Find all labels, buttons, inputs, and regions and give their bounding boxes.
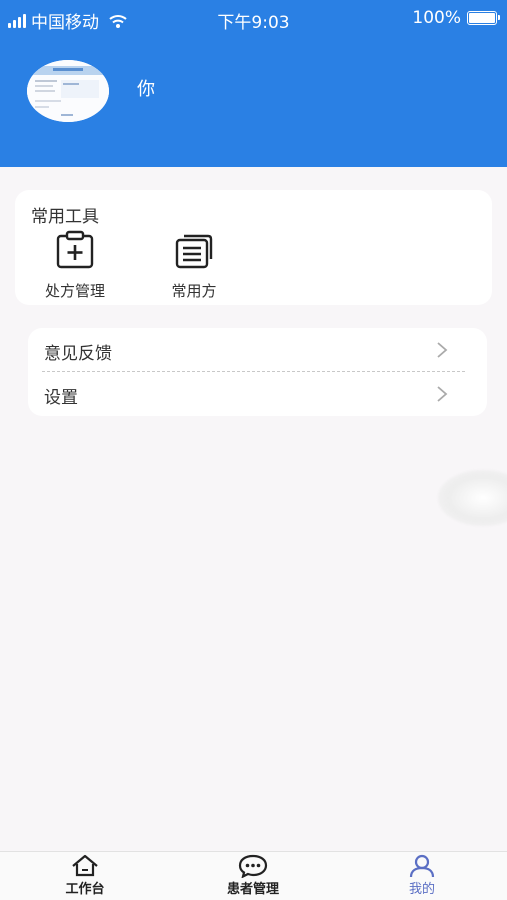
avatar-image [27, 60, 109, 122]
user-icon [409, 854, 435, 878]
profile-header: 中国移动 下午9:03 100% 你 [0, 0, 507, 167]
menu-item-feedback[interactable]: 意见反馈 [28, 328, 487, 372]
tool-label-common: 常用方 [171, 282, 217, 300]
tab-label-workbench: 工作台 [65, 882, 105, 897]
home-icon [72, 854, 98, 877]
chevron-right-icon [437, 386, 448, 402]
battery-icon [467, 11, 500, 25]
status-bar: 中国移动 下午9:03 100% [0, 0, 507, 38]
tab-patient-management[interactable]: 患者管理 [193, 854, 313, 897]
tab-label-patients: 患者管理 [226, 882, 279, 897]
chevron-right-icon [437, 342, 448, 358]
status-right: 100% [412, 8, 500, 28]
prescription-add-icon [56, 230, 94, 269]
tab-workbench[interactable]: 工作台 [25, 854, 145, 897]
menu-label-settings: 设置 [44, 388, 78, 408]
battery-label: 100% [412, 8, 461, 28]
tab-mine[interactable]: 我的 [362, 854, 482, 897]
tab-bar: 工作台 患者管理 我的 [0, 851, 507, 900]
document-stack-icon [175, 234, 213, 269]
tools-title: 常用工具 [31, 207, 99, 227]
chat-icon [238, 854, 268, 878]
tool-label-prescription: 处方管理 [44, 282, 105, 300]
tool-common-prescriptions[interactable]: 常用方 [149, 230, 239, 301]
battery-fill [469, 13, 495, 23]
tool-prescription-management[interactable]: 处方管理 [30, 230, 120, 301]
menu-item-settings[interactable]: 设置 [28, 372, 487, 416]
avatar[interactable] [27, 60, 109, 122]
tab-label-mine: 我的 [408, 882, 435, 897]
user-name[interactable]: 你 [137, 75, 155, 101]
floating-assist-button[interactable] [438, 470, 507, 526]
menu-card: 意见反馈 设置 [28, 328, 487, 416]
tools-card: 常用工具 处方管理 常用方 [15, 190, 492, 305]
menu-label-feedback: 意见反馈 [44, 344, 112, 364]
